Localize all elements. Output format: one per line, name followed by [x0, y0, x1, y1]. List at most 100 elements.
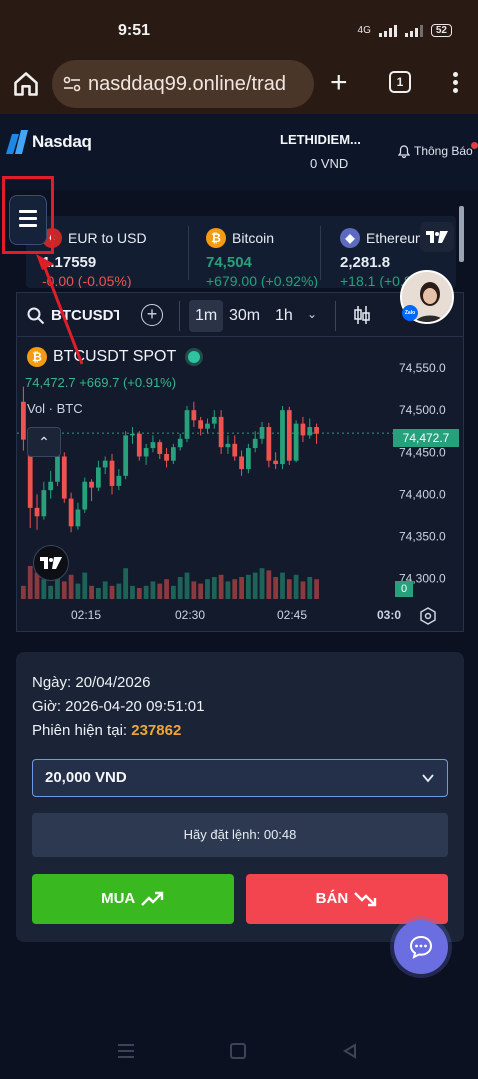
candle-body — [232, 443, 238, 457]
candle-body — [116, 475, 122, 486]
ethereum-icon: ◆ — [340, 228, 360, 248]
candle-body — [177, 438, 183, 448]
ticker-item-bitcoin[interactable]: ₿ Bitcoin 74,504 +679.00 (+0.92%) — [206, 216, 336, 288]
volume-bar — [184, 572, 190, 599]
volume-bar — [225, 581, 231, 599]
volume-bar — [102, 581, 108, 599]
home-icon[interactable] — [12, 70, 40, 98]
candle-body — [171, 447, 176, 461]
candle-body — [21, 401, 26, 440]
volume-bar — [75, 583, 81, 599]
nasdaq-logo[interactable]: Nasdaq — [4, 128, 92, 156]
ticker-change: +679.00 (+0.92%) — [206, 273, 319, 288]
ticker-divider — [188, 226, 189, 280]
amount-value: 20,000 VND — [45, 769, 127, 786]
back-icon[interactable] — [342, 1043, 358, 1059]
volume-bar — [246, 574, 251, 599]
chart-toolbar: BTCUSDT + 1m 30m 1h ⌄ — [17, 293, 463, 337]
ticker-divider — [320, 226, 321, 280]
search-icon[interactable] — [27, 307, 45, 325]
volume-bar — [286, 579, 292, 599]
candle-body — [102, 460, 108, 468]
status-bar: 9:51 4G 52 — [0, 0, 478, 58]
new-tab-button[interactable]: + — [330, 68, 348, 98]
volume-bar — [136, 588, 142, 599]
candle-body — [218, 416, 224, 448]
volume-bar — [82, 572, 88, 599]
bitcoin-icon: ₿ — [206, 228, 226, 248]
ticker-name-bitcoin: ₿ Bitcoin — [206, 228, 274, 248]
candle-body — [252, 438, 258, 449]
tab-switcher-button[interactable]: 1 — [389, 71, 411, 93]
interval-1h[interactable]: 1h — [269, 300, 299, 332]
tradingview-ticker-logo-icon[interactable] — [420, 222, 454, 252]
candle-body — [205, 423, 210, 429]
toolbar-divider — [335, 301, 336, 331]
battery-icon: 52 — [430, 24, 452, 37]
recent-apps-icon[interactable] — [118, 1044, 134, 1058]
volume-bar — [191, 581, 197, 599]
ticker-label: Ethereum — [366, 230, 427, 246]
candle-body — [75, 509, 81, 527]
ticker-label: EUR to USD — [68, 230, 147, 246]
url-text[interactable]: nasddaq99.online/trad — [88, 73, 304, 96]
sell-button[interactable]: BÁN — [246, 874, 448, 924]
volume-bar — [232, 579, 238, 599]
notifications-button[interactable]: Thông Báo — [398, 144, 473, 158]
x-tick-label: 02:45 — [277, 608, 307, 622]
volume-bar — [205, 579, 210, 599]
y-tick-label: 74,550.0 — [399, 361, 446, 375]
candle-body — [266, 427, 272, 461]
y-tick-label: 74,450.0 — [399, 445, 446, 459]
trend-up-icon — [141, 891, 164, 906]
bell-icon — [398, 144, 410, 158]
volume-bar — [27, 566, 33, 599]
volume-bar — [307, 577, 313, 599]
price-chart[interactable]: BTCUSDT + 1m 30m 1h ⌄ 74,550.0 74,500.0 74… — [16, 292, 464, 632]
order-time: Giờ: 2026-04-20 09:51:01 — [32, 698, 205, 715]
app-header: Nasdaq LETHIDIEM... 0 VND Thông Báo — [0, 114, 478, 190]
candle-body — [34, 507, 40, 517]
chart-title-text: BTCUSDT SPOT — [53, 348, 177, 365]
candle-body — [41, 490, 47, 517]
chart-settings-icon[interactable] — [419, 607, 437, 625]
compare-add-button[interactable]: + — [141, 304, 163, 326]
tradingview-logo-icon[interactable] — [33, 545, 69, 581]
x-tick-label: 02:30 — [175, 608, 205, 622]
hamburger-menu-button[interactable] — [9, 195, 47, 245]
candle-body — [273, 460, 279, 465]
status-time: 9:51 — [118, 22, 151, 39]
address-bar[interactable]: nasddaq99.online/trad — [52, 60, 314, 108]
buy-button[interactable]: MUA — [32, 874, 234, 924]
chat-button[interactable] — [394, 920, 448, 974]
symbol-search[interactable]: BTCUSDT — [51, 307, 119, 324]
volume-bar — [314, 579, 319, 599]
site-settings-icon[interactable] — [62, 74, 82, 94]
ticker-price: 2,281.8 — [340, 254, 391, 271]
candle-body — [191, 410, 197, 421]
market-open-status-icon — [188, 351, 201, 363]
y-tick-label: 74,400.0 — [399, 487, 446, 501]
interval-1m[interactable]: 1m — [189, 300, 224, 332]
nasdaq-logo-icon — [6, 130, 28, 154]
candle-body — [280, 410, 285, 465]
ticker-tape[interactable]: € EUR to USD 1.17559 -0.00 (-0.05%) ₿ Bi… — [26, 216, 456, 288]
volume-bar — [273, 577, 279, 599]
volume-bar — [171, 585, 176, 599]
candle-type-icon[interactable] — [351, 304, 373, 326]
network-label: 4G — [357, 25, 371, 36]
interval-dropdown-icon[interactable]: ⌄ — [307, 307, 317, 321]
username[interactable]: LETHIDIEM... — [280, 132, 361, 147]
volume-bar — [130, 585, 135, 599]
notifications-label: Thông Báo — [414, 144, 473, 158]
interval-30m[interactable]: 30m — [223, 300, 266, 332]
amount-select[interactable]: 20,000 VND — [32, 759, 448, 797]
volume-bar — [61, 581, 67, 599]
browser-menu-icon[interactable] — [448, 70, 462, 96]
ticker-price: 1.17559 — [42, 254, 97, 271]
ticker-item-eurusd[interactable]: € EUR to USD 1.17559 -0.00 (-0.05%) — [42, 216, 192, 288]
collapse-legend-button[interactable]: ⌃ — [27, 427, 61, 457]
candle-body — [150, 442, 156, 449]
home-nav-icon[interactable] — [230, 1043, 246, 1059]
scrollbar[interactable] — [459, 206, 464, 262]
